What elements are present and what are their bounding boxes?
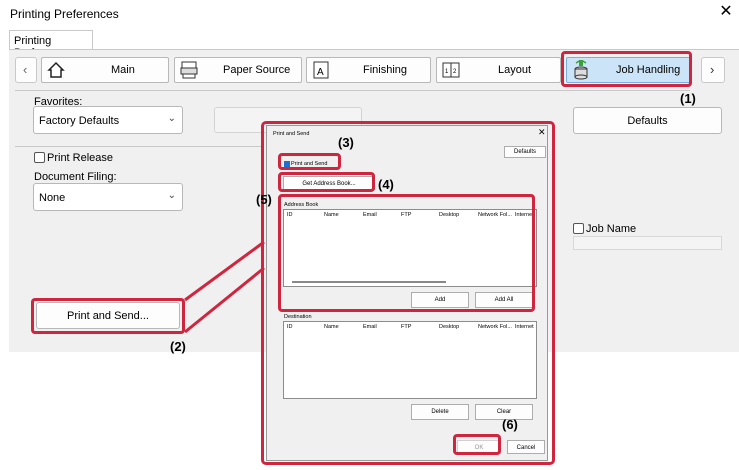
annotation-5: (5) — [256, 192, 272, 207]
highlight-address-book — [278, 194, 535, 312]
highlight-print-and-send-checkbox — [278, 153, 341, 170]
annotation-4: (4) — [378, 177, 394, 192]
highlight-get-address-book — [278, 172, 375, 192]
highlight-ok-button — [453, 434, 501, 455]
annotation-6: (6) — [502, 417, 518, 432]
annotation-3: (3) — [338, 135, 354, 150]
